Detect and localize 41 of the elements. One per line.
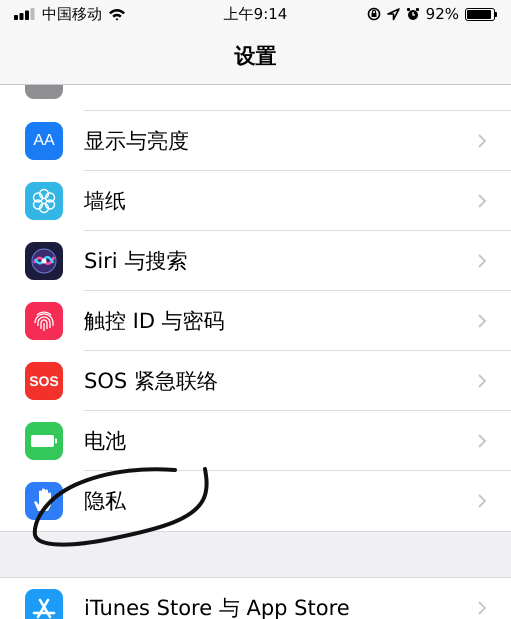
settings-row[interactable]: iTunes Store 与 App Store	[0, 578, 511, 619]
settings-row[interactable]: 电池	[0, 411, 511, 471]
location-arrow-icon	[386, 8, 400, 20]
row-label: 触控 ID 与密码	[84, 308, 225, 334]
settings-row[interactable]: Siri 与搜索	[0, 231, 511, 291]
carrier-name: 中国移动	[42, 4, 102, 24]
chevron-icon	[477, 192, 487, 208]
row-label: 电池	[84, 428, 126, 454]
settings-row[interactable]: 触控 ID 与密码	[0, 291, 511, 351]
page-title: 设置	[234, 43, 276, 70]
row-label: Siri 与搜索	[84, 248, 188, 274]
flower-icon	[25, 182, 63, 220]
rotation-lock-icon	[366, 7, 381, 21]
chevron-icon	[477, 372, 487, 388]
settings-row[interactable]: AA 显示与亮度	[0, 111, 511, 171]
chevron-icon	[477, 312, 487, 328]
row-label: 隐私	[84, 488, 126, 515]
row-label: 墙纸	[84, 188, 126, 214]
chevron-icon	[477, 600, 487, 616]
signal-icon	[14, 8, 36, 20]
chevron-icon	[477, 132, 487, 148]
fingerprint-icon	[25, 302, 63, 340]
battery-icon	[25, 422, 63, 460]
row-label: SOS 紧急联络	[84, 368, 218, 394]
clock-time: 上午9:14	[224, 4, 288, 24]
settings-row[interactable]: SOS SOS 紧急联络	[0, 351, 511, 411]
chevron-icon	[477, 432, 487, 448]
row-label: 显示与亮度	[84, 128, 189, 154]
siri-icon	[25, 242, 63, 280]
display-icon: AA	[25, 122, 63, 160]
sos-icon: SOS	[25, 362, 63, 400]
chevron-icon	[477, 493, 487, 509]
alarm-clock-icon	[406, 7, 420, 21]
settings-row[interactable]: 墙纸	[0, 171, 511, 231]
wifi-icon	[108, 8, 126, 20]
row-label: iTunes Store 与 App Store	[84, 595, 350, 619]
settings-row[interactable]: 隐私	[0, 471, 511, 531]
chevron-icon	[477, 252, 487, 268]
battery-percent: 92%	[426, 5, 459, 23]
battery-indicator-icon	[465, 8, 497, 20]
app-icon	[25, 85, 63, 99]
